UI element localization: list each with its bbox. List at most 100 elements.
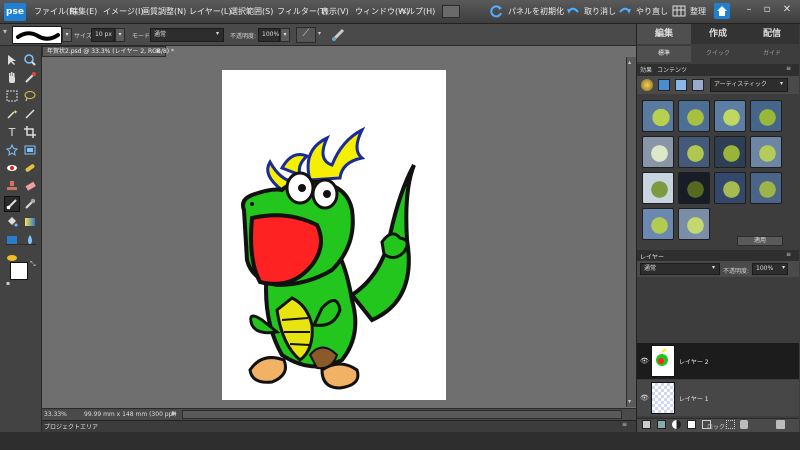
workspace-switch-icon[interactable]: [442, 5, 460, 18]
opacity-dropdown[interactable]: ▾: [280, 28, 290, 42]
brush-dropdown[interactable]: ▾: [62, 28, 72, 42]
tab-guided[interactable]: ガイド: [745, 46, 799, 62]
tool-preset-icon[interactable]: ▾: [3, 27, 9, 43]
visibility-eye-icon[interactable]: 👁: [640, 357, 649, 365]
brush-tool-icon[interactable]: [4, 196, 20, 212]
menu-edit[interactable]: 編集(E): [70, 6, 97, 17]
layer-row-1[interactable]: 👁 レイヤー 1: [637, 380, 799, 416]
restore-button[interactable]: ▫: [760, 3, 774, 17]
red-eye-tool-icon[interactable]: [4, 160, 20, 176]
tab-content[interactable]: コンテンツ: [657, 65, 687, 74]
magic-wand-tool-icon[interactable]: ✦: [4, 106, 20, 122]
zoom-tool-icon[interactable]: [22, 52, 38, 68]
cookie-cutter-tool-icon[interactable]: [4, 142, 20, 158]
status-arrow-icon[interactable]: ▶: [172, 410, 177, 417]
undo-button[interactable]: 取り消し: [566, 4, 616, 18]
eraser-tool-icon[interactable]: [22, 178, 38, 194]
visibility-eye-icon[interactable]: 👁: [640, 394, 649, 402]
vertical-scrollbar[interactable]: ▴ ▾: [626, 57, 636, 407]
lasso-tool-icon[interactable]: [22, 88, 38, 104]
menu-select[interactable]: 選択範囲(S): [230, 6, 273, 17]
menu-help[interactable]: ヘルプ(H): [399, 6, 435, 17]
effect-thumbnail[interactable]: [714, 172, 746, 204]
effect-thumbnail[interactable]: [642, 208, 674, 240]
brush-preview[interactable]: [12, 26, 62, 44]
paint-bucket-tool-icon[interactable]: [4, 214, 20, 230]
size-field[interactable]: 10 px: [91, 28, 115, 42]
eyedropper-tool-icon[interactable]: [22, 70, 38, 86]
healing-brush-tool-icon[interactable]: [22, 160, 38, 176]
effects-category-select[interactable]: アーティスティック: [710, 78, 788, 92]
mode-select[interactable]: 通常: [150, 28, 224, 42]
tab-quick[interactable]: クイック: [691, 46, 745, 62]
tab-share[interactable]: 配信: [745, 24, 799, 44]
recompose-tool-icon[interactable]: [22, 142, 38, 158]
layer-name[interactable]: レイヤー 2: [679, 357, 709, 366]
layer-name[interactable]: レイヤー 1: [679, 394, 709, 403]
tab-full-edit[interactable]: 標準: [637, 46, 691, 62]
layer-row-2[interactable]: 👁 レイヤー 2: [637, 343, 799, 379]
clone-stamp-tool-icon[interactable]: [4, 178, 20, 194]
minimize-button[interactable]: –: [742, 3, 756, 17]
scroll-down-icon[interactable]: ▾: [628, 398, 631, 405]
effect-thumbnail[interactable]: [678, 100, 710, 132]
effect-thumbnail[interactable]: [750, 136, 782, 168]
foreground-color-swatch[interactable]: [10, 262, 28, 280]
all-effects-icon[interactable]: [692, 79, 704, 91]
effect-thumbnail[interactable]: [678, 208, 710, 240]
new-layer-icon[interactable]: [642, 420, 651, 429]
effect-thumbnail[interactable]: [642, 136, 674, 168]
document-canvas[interactable]: [222, 70, 446, 400]
quick-selection-tool-icon[interactable]: [22, 106, 38, 122]
menu-layer[interactable]: レイヤー(L): [189, 6, 231, 17]
tab-effects[interactable]: 効果: [640, 65, 652, 74]
effect-thumbnail[interactable]: [642, 172, 674, 204]
airbrush-dropdown-icon[interactable]: ▾: [318, 30, 321, 37]
effect-thumbnail[interactable]: [714, 100, 746, 132]
menu-enhance[interactable]: 画質調整(N): [142, 6, 186, 17]
effect-thumbnail[interactable]: [714, 136, 746, 168]
layers-menu-icon[interactable]: ≡: [786, 251, 791, 258]
close-window-button[interactable]: ✕: [780, 3, 794, 17]
adjustment-layer-icon[interactable]: [672, 420, 681, 429]
lock-transparent-icon[interactable]: [726, 420, 735, 429]
crop-tool-icon[interactable]: [22, 124, 38, 140]
delete-layer-icon[interactable]: [776, 420, 785, 429]
size-dropdown[interactable]: ▾: [115, 28, 125, 42]
layer-styles-icon[interactable]: [658, 79, 670, 91]
opacity-field[interactable]: 100%: [258, 28, 280, 42]
gradient-tool-icon[interactable]: [22, 214, 38, 230]
menu-view[interactable]: 表示(V): [321, 6, 349, 17]
apply-button[interactable]: 適用: [737, 236, 783, 246]
type-tool-icon[interactable]: T: [4, 124, 20, 140]
effect-thumbnail[interactable]: [678, 172, 710, 204]
document-close-icon[interactable]: ×: [155, 47, 161, 55]
zoom-level[interactable]: 33.33%: [44, 411, 67, 418]
smart-brush-tool-icon[interactable]: [22, 196, 38, 212]
lock-all-icon[interactable]: [740, 420, 748, 429]
effect-thumbnail[interactable]: [678, 136, 710, 168]
effect-thumbnail[interactable]: [750, 100, 782, 132]
effect-thumbnail[interactable]: [750, 172, 782, 204]
new-group-icon[interactable]: [657, 420, 666, 429]
layer-mask-icon[interactable]: [687, 420, 696, 429]
default-colors-icon[interactable]: ▪: [6, 280, 10, 287]
project-bin-menu-icon[interactable]: ≡: [622, 421, 627, 428]
tab-create[interactable]: 作成: [691, 24, 745, 44]
move-tool-icon[interactable]: [4, 52, 20, 68]
hand-tool-icon[interactable]: [4, 70, 20, 86]
effect-thumbnail[interactable]: [642, 100, 674, 132]
blur-tool-icon[interactable]: [22, 232, 38, 248]
marquee-tool-icon[interactable]: [4, 88, 20, 104]
photo-effects-icon[interactable]: [675, 79, 687, 91]
blend-mode-select[interactable]: 通常: [640, 263, 720, 275]
filters-icon[interactable]: [641, 79, 653, 91]
scroll-up-icon[interactable]: ▴: [628, 59, 631, 66]
brush-settings-icon[interactable]: [330, 27, 346, 43]
layers-panel-title[interactable]: レイヤー: [640, 252, 664, 261]
project-bin-label[interactable]: プロジェクトエリア: [44, 422, 98, 431]
menu-image[interactable]: イメージ(I): [103, 6, 143, 17]
document-tab[interactable]: 年賀状2.psd @ 33.3% (レイヤー 2, RGB/8) *: [42, 46, 174, 57]
effects-menu-icon[interactable]: ≡: [786, 65, 791, 72]
redo-button[interactable]: やり直し: [618, 4, 668, 18]
